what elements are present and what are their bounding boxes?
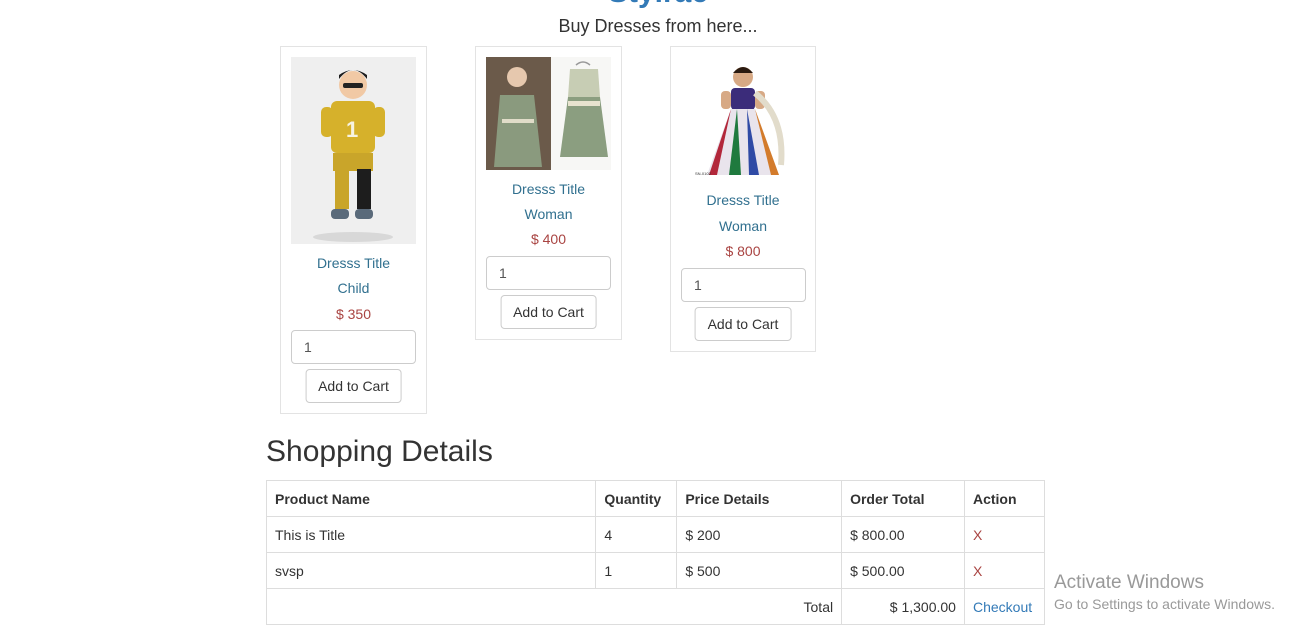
cell-price: $ 500	[676, 552, 843, 589]
site-title: Stylrac	[0, 0, 1316, 8]
product-image-girl-lehenga[interactable]: SN-0102	[681, 57, 806, 182]
checkout-link[interactable]: Checkout	[973, 599, 1032, 615]
cell-quantity: 1	[595, 552, 678, 589]
product-category[interactable]: Woman	[671, 217, 815, 235]
table-row: This is Title 4 $ 200 $ 800.00 X	[265, 516, 1046, 553]
quantity-input[interactable]	[291, 330, 416, 364]
quantity-input[interactable]	[681, 268, 806, 302]
product-title[interactable]: Dresss Title	[671, 191, 815, 209]
cart-table: Product Name Quantity Price Details Orde…	[265, 480, 1046, 625]
cell-product-name: This is Title	[265, 516, 597, 553]
activate-windows-watermark: Activate Windows Go to Settings to activ…	[1054, 572, 1275, 614]
product-price: $ 800	[725, 243, 761, 259]
total-label: Total	[265, 588, 843, 625]
column-header-action: Action	[963, 480, 1046, 517]
product-card: 1 Dresss Title Child $ 350 Add to Cart	[280, 46, 427, 414]
product-price: $ 400	[530, 231, 567, 247]
cell-price: $ 200	[676, 516, 843, 553]
cell-checkout: Checkout	[963, 588, 1046, 625]
watermark-subtitle: Go to Settings to activate Windows.	[1054, 596, 1275, 612]
cell-product-name: svsp	[265, 552, 597, 589]
column-header-price-details: Price Details	[676, 480, 843, 517]
column-header-product-name: Product Name	[265, 480, 597, 517]
table-row: svsp 1 $ 500 $ 500.00 X	[265, 552, 1046, 589]
cell-order-total: $ 800.00	[841, 516, 965, 553]
cell-quantity: 4	[595, 516, 678, 553]
page-subtitle: Buy Dresses from here...	[558, 16, 758, 36]
add-to-cart-button[interactable]: Add to Cart	[694, 307, 792, 341]
add-to-cart-button[interactable]: Add to Cart	[305, 369, 402, 403]
column-header-order-total: Order Total	[841, 480, 965, 517]
total-value: $ 1,300.00	[841, 588, 965, 625]
svg-text:SN-0102: SN-0102	[695, 171, 712, 176]
svg-text:1: 1	[346, 117, 358, 142]
product-title[interactable]: Dresss Title	[281, 254, 426, 272]
add-to-cart-button[interactable]: Add to Cart	[500, 295, 597, 329]
remove-item-button[interactable]: X	[973, 563, 982, 579]
product-card: SN-0102 Dresss Title Woman $ 800 Add to …	[670, 46, 816, 352]
cell-action: X	[963, 516, 1046, 553]
column-header-quantity: Quantity	[595, 480, 678, 517]
product-image-child-outfit[interactable]: 1	[291, 57, 416, 244]
remove-item-button[interactable]: X	[973, 527, 982, 543]
quantity-input[interactable]	[486, 256, 611, 290]
watermark-title: Activate Windows	[1054, 572, 1204, 593]
product-card: Dresss Title Woman $ 400 Add to Cart	[475, 46, 622, 340]
product-title[interactable]: Dresss Title	[476, 180, 621, 198]
table-header-row: Product Name Quantity Price Details Orde…	[265, 480, 1046, 517]
cell-action: X	[963, 552, 1046, 589]
product-image-green-dress[interactable]	[486, 57, 611, 170]
cell-order-total: $ 500.00	[841, 552, 965, 589]
total-row: Total $ 1,300.00 Checkout	[265, 588, 1046, 625]
shopping-details-heading: Shopping Details	[266, 435, 493, 468]
product-category[interactable]: Child	[281, 279, 426, 297]
product-price: $ 350	[335, 306, 372, 322]
product-category[interactable]: Woman	[476, 205, 621, 223]
